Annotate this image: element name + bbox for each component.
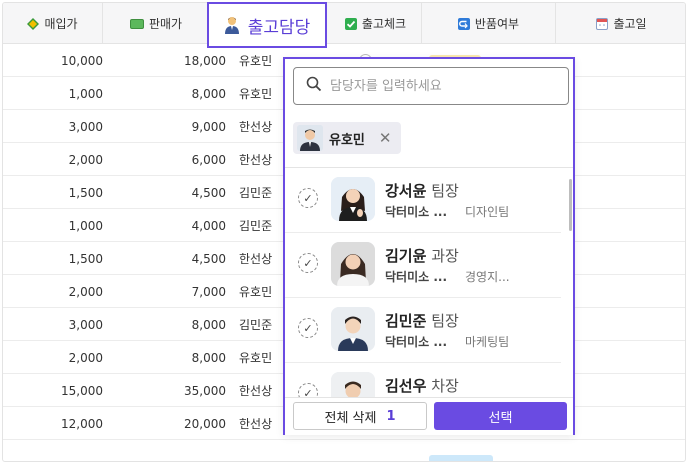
purchase-price-cell[interactable]: 3,000 — [3, 110, 103, 143]
avatar — [331, 242, 375, 286]
checkbox-icon — [344, 17, 357, 30]
person-org: 닥터미소 ... 경영지... — [385, 270, 510, 284]
manager-cell[interactable]: 한선상 — [239, 407, 289, 440]
list-item[interactable]: ✓ 김민준 팀장 닥터미소 ... 마케팅팀 — [285, 298, 561, 363]
check-icon[interactable]: ✓ — [298, 318, 318, 338]
purchase-price-cell[interactable]: 2,000 — [3, 275, 103, 308]
column-header-shipping-manager[interactable]: 출고담당 — [207, 2, 327, 48]
sale-price-cell[interactable]: 20,000 — [103, 407, 226, 440]
purchase-price-cell[interactable]: 3,000 — [3, 308, 103, 341]
person-icon — [224, 16, 240, 34]
manager-cell[interactable]: 유호민 — [239, 275, 289, 308]
sale-price-cell[interactable]: 8,000 — [103, 77, 226, 110]
manager-cell[interactable]: 한선상 — [239, 242, 289, 275]
selected-person-chip: 유호민 ✕ — [293, 122, 402, 154]
manager-cell[interactable]: 김민준 — [239, 308, 289, 341]
check-icon[interactable]: ✓ — [298, 188, 318, 208]
sale-price-cell[interactable]: 7,000 — [103, 275, 226, 308]
column-header-sale-price[interactable]: 판매가 — [103, 3, 210, 44]
sale-price-cell[interactable]: 4,500 — [103, 242, 226, 275]
manager-cell[interactable]: 김민준 — [239, 209, 289, 242]
manager-cell[interactable]: 한선상 — [239, 110, 289, 143]
person-org: 닥터미소 ... 디자인팀 — [385, 205, 510, 219]
manager-cell[interactable]: 유호민 — [239, 341, 289, 374]
sale-price-cell[interactable]: 8,000 — [103, 341, 226, 374]
person-name: 강서윤 팀장 — [385, 182, 459, 200]
column-header-purchase-price[interactable]: 매입가 — [3, 3, 103, 44]
person-org: 닥터미소 ... 마케팅팀 — [385, 335, 510, 349]
sale-price-cell[interactable]: 6,000 — [103, 143, 226, 176]
return-arrow-icon — [457, 17, 470, 30]
search-icon — [306, 76, 322, 96]
purchase-price-cell[interactable]: 1,500 — [3, 176, 103, 209]
remove-chip-close-icon[interactable]: ✕ — [379, 129, 392, 147]
avatar — [297, 125, 323, 151]
list-item[interactable]: ✓ 강서윤 팀장 닥터미소 ... 디자인팀 — [285, 168, 561, 233]
person-name: 김민준 팀장 — [385, 312, 459, 330]
tag-chip — [429, 455, 493, 461]
search-box[interactable] — [293, 67, 569, 105]
purchase-price-cell[interactable]: 15,000 — [3, 374, 103, 407]
purchase-price-cell[interactable]: 1,500 — [3, 242, 103, 275]
select-button[interactable]: 선택 — [434, 402, 567, 430]
sale-price-cell[interactable]: 4,000 — [103, 209, 226, 242]
sale-price-cell[interactable]: 8,000 — [103, 308, 226, 341]
purchase-price-cell[interactable]: 1,000 — [3, 209, 103, 242]
column-header-return-status[interactable]: 반품여부 — [422, 3, 556, 44]
list-item[interactable]: ✓ 김선우 차장 — [285, 363, 561, 397]
purchase-price-cell[interactable]: 2,000 — [3, 143, 103, 176]
manager-cell[interactable]: 한선상 — [239, 374, 289, 407]
manager-cell[interactable]: 김민준 — [239, 176, 289, 209]
avatar — [331, 307, 375, 351]
purchase-price-cell[interactable]: 2,000 — [3, 341, 103, 374]
calendar-icon — [596, 17, 609, 30]
column-header-shipping-date[interactable]: 출고일 — [556, 3, 685, 44]
check-icon[interactable]: ✓ — [298, 383, 318, 397]
person-name: 김기윤 과장 — [385, 247, 459, 265]
manager-cell[interactable]: 유호민 — [239, 44, 289, 77]
check-icon[interactable]: ✓ — [298, 253, 318, 273]
purchase-price-cell[interactable]: 12,000 — [3, 407, 103, 440]
manager-picker-dropdown: 유호민 ✕ ✓ 강서윤 팀장 닥터미소 ...디자인팀 ✓ 김기윤 과장 닥터미… — [283, 57, 575, 435]
purchase-price-cell[interactable]: 1,000 — [3, 77, 103, 110]
sale-price-cell[interactable]: 35,000 — [103, 374, 226, 407]
dropdown-footer: 전체 삭제 1 선택 — [285, 397, 573, 435]
list-scrollbar[interactable] — [569, 179, 572, 231]
person-name: 김선우 차장 — [385, 377, 459, 395]
purchase-price-cell[interactable]: 10,000 — [3, 44, 103, 77]
avatar — [331, 177, 375, 221]
manager-cell[interactable]: 한선상 — [239, 143, 289, 176]
manager-cell[interactable]: 유호민 — [239, 77, 289, 110]
money-icon — [129, 18, 144, 29]
column-header-shipping-check[interactable]: 출고체크 — [330, 3, 422, 44]
table-header: 매입가 판매가 출고체크 반품여부 출고일 — [3, 3, 685, 44]
avatar — [331, 372, 375, 397]
list-item[interactable]: ✓ 김기윤 과장 닥터미소 ... 경영지... — [285, 233, 561, 298]
sale-price-cell[interactable]: 18,000 — [103, 44, 226, 77]
people-list: ✓ 강서윤 팀장 닥터미소 ... 디자인팀 ✓ 김기윤 과장 닥터미소 ... 경… — [285, 168, 573, 397]
search-input[interactable] — [330, 78, 550, 94]
diamond-icon — [27, 17, 40, 30]
sale-price-cell[interactable]: 9,000 — [103, 110, 226, 143]
clear-all-button[interactable]: 전체 삭제 1 — [293, 402, 427, 430]
sale-price-cell[interactable]: 4,500 — [103, 176, 226, 209]
